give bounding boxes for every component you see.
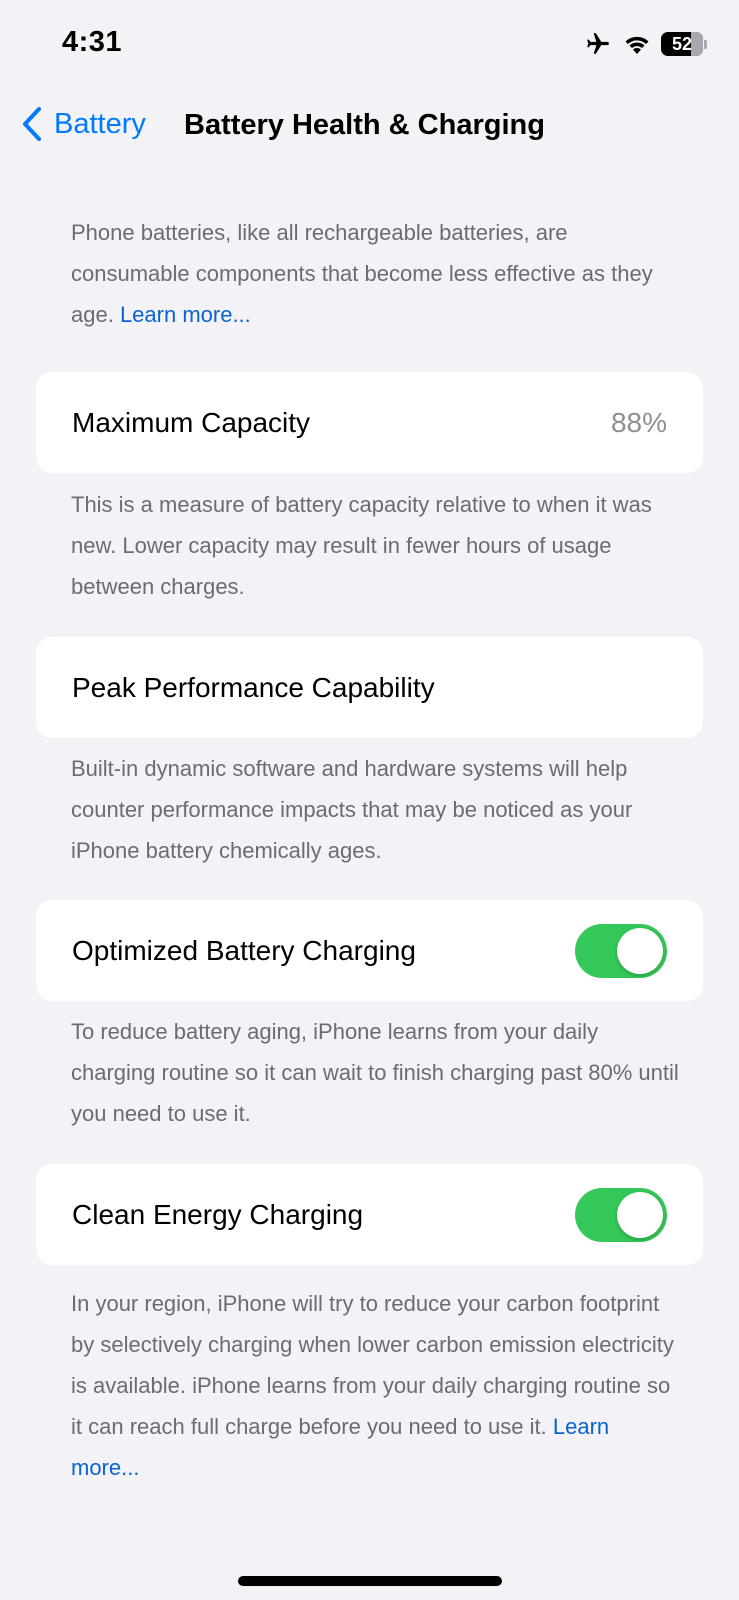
- wifi-icon: [625, 36, 649, 54]
- page-title: Battery Health & Charging: [184, 109, 545, 141]
- back-button[interactable]: Battery: [20, 106, 146, 142]
- max-capacity-label: Maximum Capacity: [72, 406, 311, 438]
- clean-energy-footnote: In your region, iPhone will try to reduc…: [71, 1283, 681, 1488]
- optimized-charging-footnote: To reduce battery aging, iPhone learns f…: [71, 1019, 679, 1126]
- status-icons: 52: [583, 31, 707, 57]
- battery-level: 52: [671, 33, 693, 54]
- peak-performance-label: Peak Performance Capability: [72, 671, 435, 703]
- status-bar: 4:31 52: [0, 0, 739, 90]
- peak-performance-row: Peak Performance Capability: [36, 637, 703, 738]
- clean-energy-toggle[interactable]: [575, 1187, 667, 1242]
- optimized-charging-label: Optimized Battery Charging: [72, 934, 416, 966]
- learn-more-link[interactable]: Learn more...: [120, 302, 251, 327]
- home-indicator[interactable]: [238, 1576, 502, 1586]
- peak-performance-footnote: Built-in dynamic software and hardware s…: [71, 756, 633, 863]
- battery-icon: 52: [661, 32, 707, 56]
- max-capacity-row: Maximum Capacity 88%: [36, 372, 703, 473]
- screen: 4:31 52 Battery Battery Health & Chargin…: [0, 0, 739, 1600]
- airplane-icon: [587, 33, 609, 54]
- max-capacity-footnote: This is a measure of battery capacity re…: [71, 492, 652, 599]
- chevron-left-icon: [23, 107, 41, 141]
- clean-energy-label: Clean Energy Charging: [72, 1198, 364, 1230]
- optimized-charging-row: Optimized Battery Charging: [36, 900, 703, 1001]
- intro-text: Phone batteries, like all rechargeable b…: [71, 212, 681, 335]
- clean-energy-row: Clean Energy Charging: [36, 1164, 703, 1265]
- toggle-knob: [617, 927, 663, 974]
- max-capacity-value: 88%: [610, 406, 667, 438]
- optimized-charging-toggle[interactable]: [575, 923, 667, 978]
- status-time: 4:31: [62, 26, 123, 58]
- toggle-knob: [617, 1191, 663, 1238]
- back-label: Battery: [54, 107, 146, 140]
- nav-bar: Battery Battery Health & Charging: [0, 100, 739, 152]
